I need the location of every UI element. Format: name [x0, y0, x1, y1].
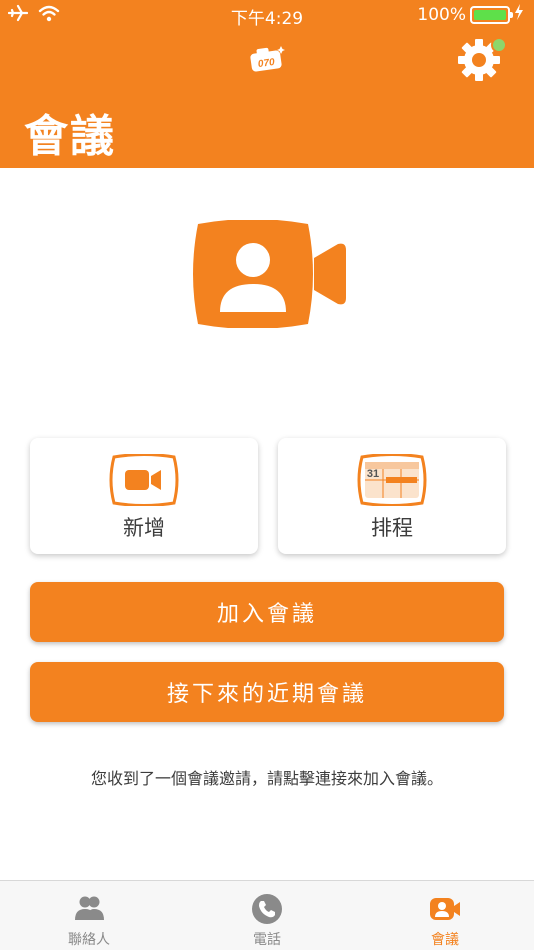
tab-meetings-label: 會議 [431, 932, 459, 948]
tab-contacts-label: 聯絡人 [68, 932, 110, 948]
schedule-meeting-label: 排程 [371, 516, 413, 540]
charging-icon [514, 4, 524, 25]
phone-icon [252, 894, 282, 924]
calendar-day-number: 31 [367, 468, 379, 480]
meeting-video-icon [430, 898, 460, 920]
new-meeting-label: 新增 [123, 516, 165, 540]
status-right: 100% [417, 4, 524, 25]
notification-dot [491, 37, 507, 53]
tab-meetings[interactable]: 會議 [356, 881, 534, 950]
app-header: 下午4:29 100% 070 會議 [0, 0, 534, 168]
brand-logo: 070 [250, 46, 285, 72]
calendar-icon: 31 [357, 454, 427, 506]
upcoming-meetings-button[interactable]: 接下來的近期會議 [30, 662, 504, 722]
meeting-video-hero-icon [193, 220, 346, 328]
join-meeting-button[interactable]: 加入會議 [30, 582, 504, 642]
new-meeting-button[interactable]: 新增 [30, 438, 258, 554]
tab-phone-label: 電話 [253, 932, 281, 948]
tab-bar: 聯絡人 電話 會議 [0, 880, 534, 950]
battery-icon [470, 5, 513, 24]
video-camera-icon [109, 454, 179, 506]
tab-contacts[interactable]: 聯絡人 [0, 881, 178, 950]
battery-percent: 100% [417, 4, 466, 25]
status-bar: 下午4:29 100% [0, 0, 534, 30]
schedule-meeting-button[interactable]: 31 排程 [278, 438, 506, 554]
tab-phone[interactable]: 電話 [178, 881, 356, 950]
invite-hint-text: 您收到了一個會議邀請，請點擊連接來加入會議。 [90, 769, 443, 788]
contacts-icon [75, 896, 104, 920]
page-title: 會議 [24, 111, 116, 162]
